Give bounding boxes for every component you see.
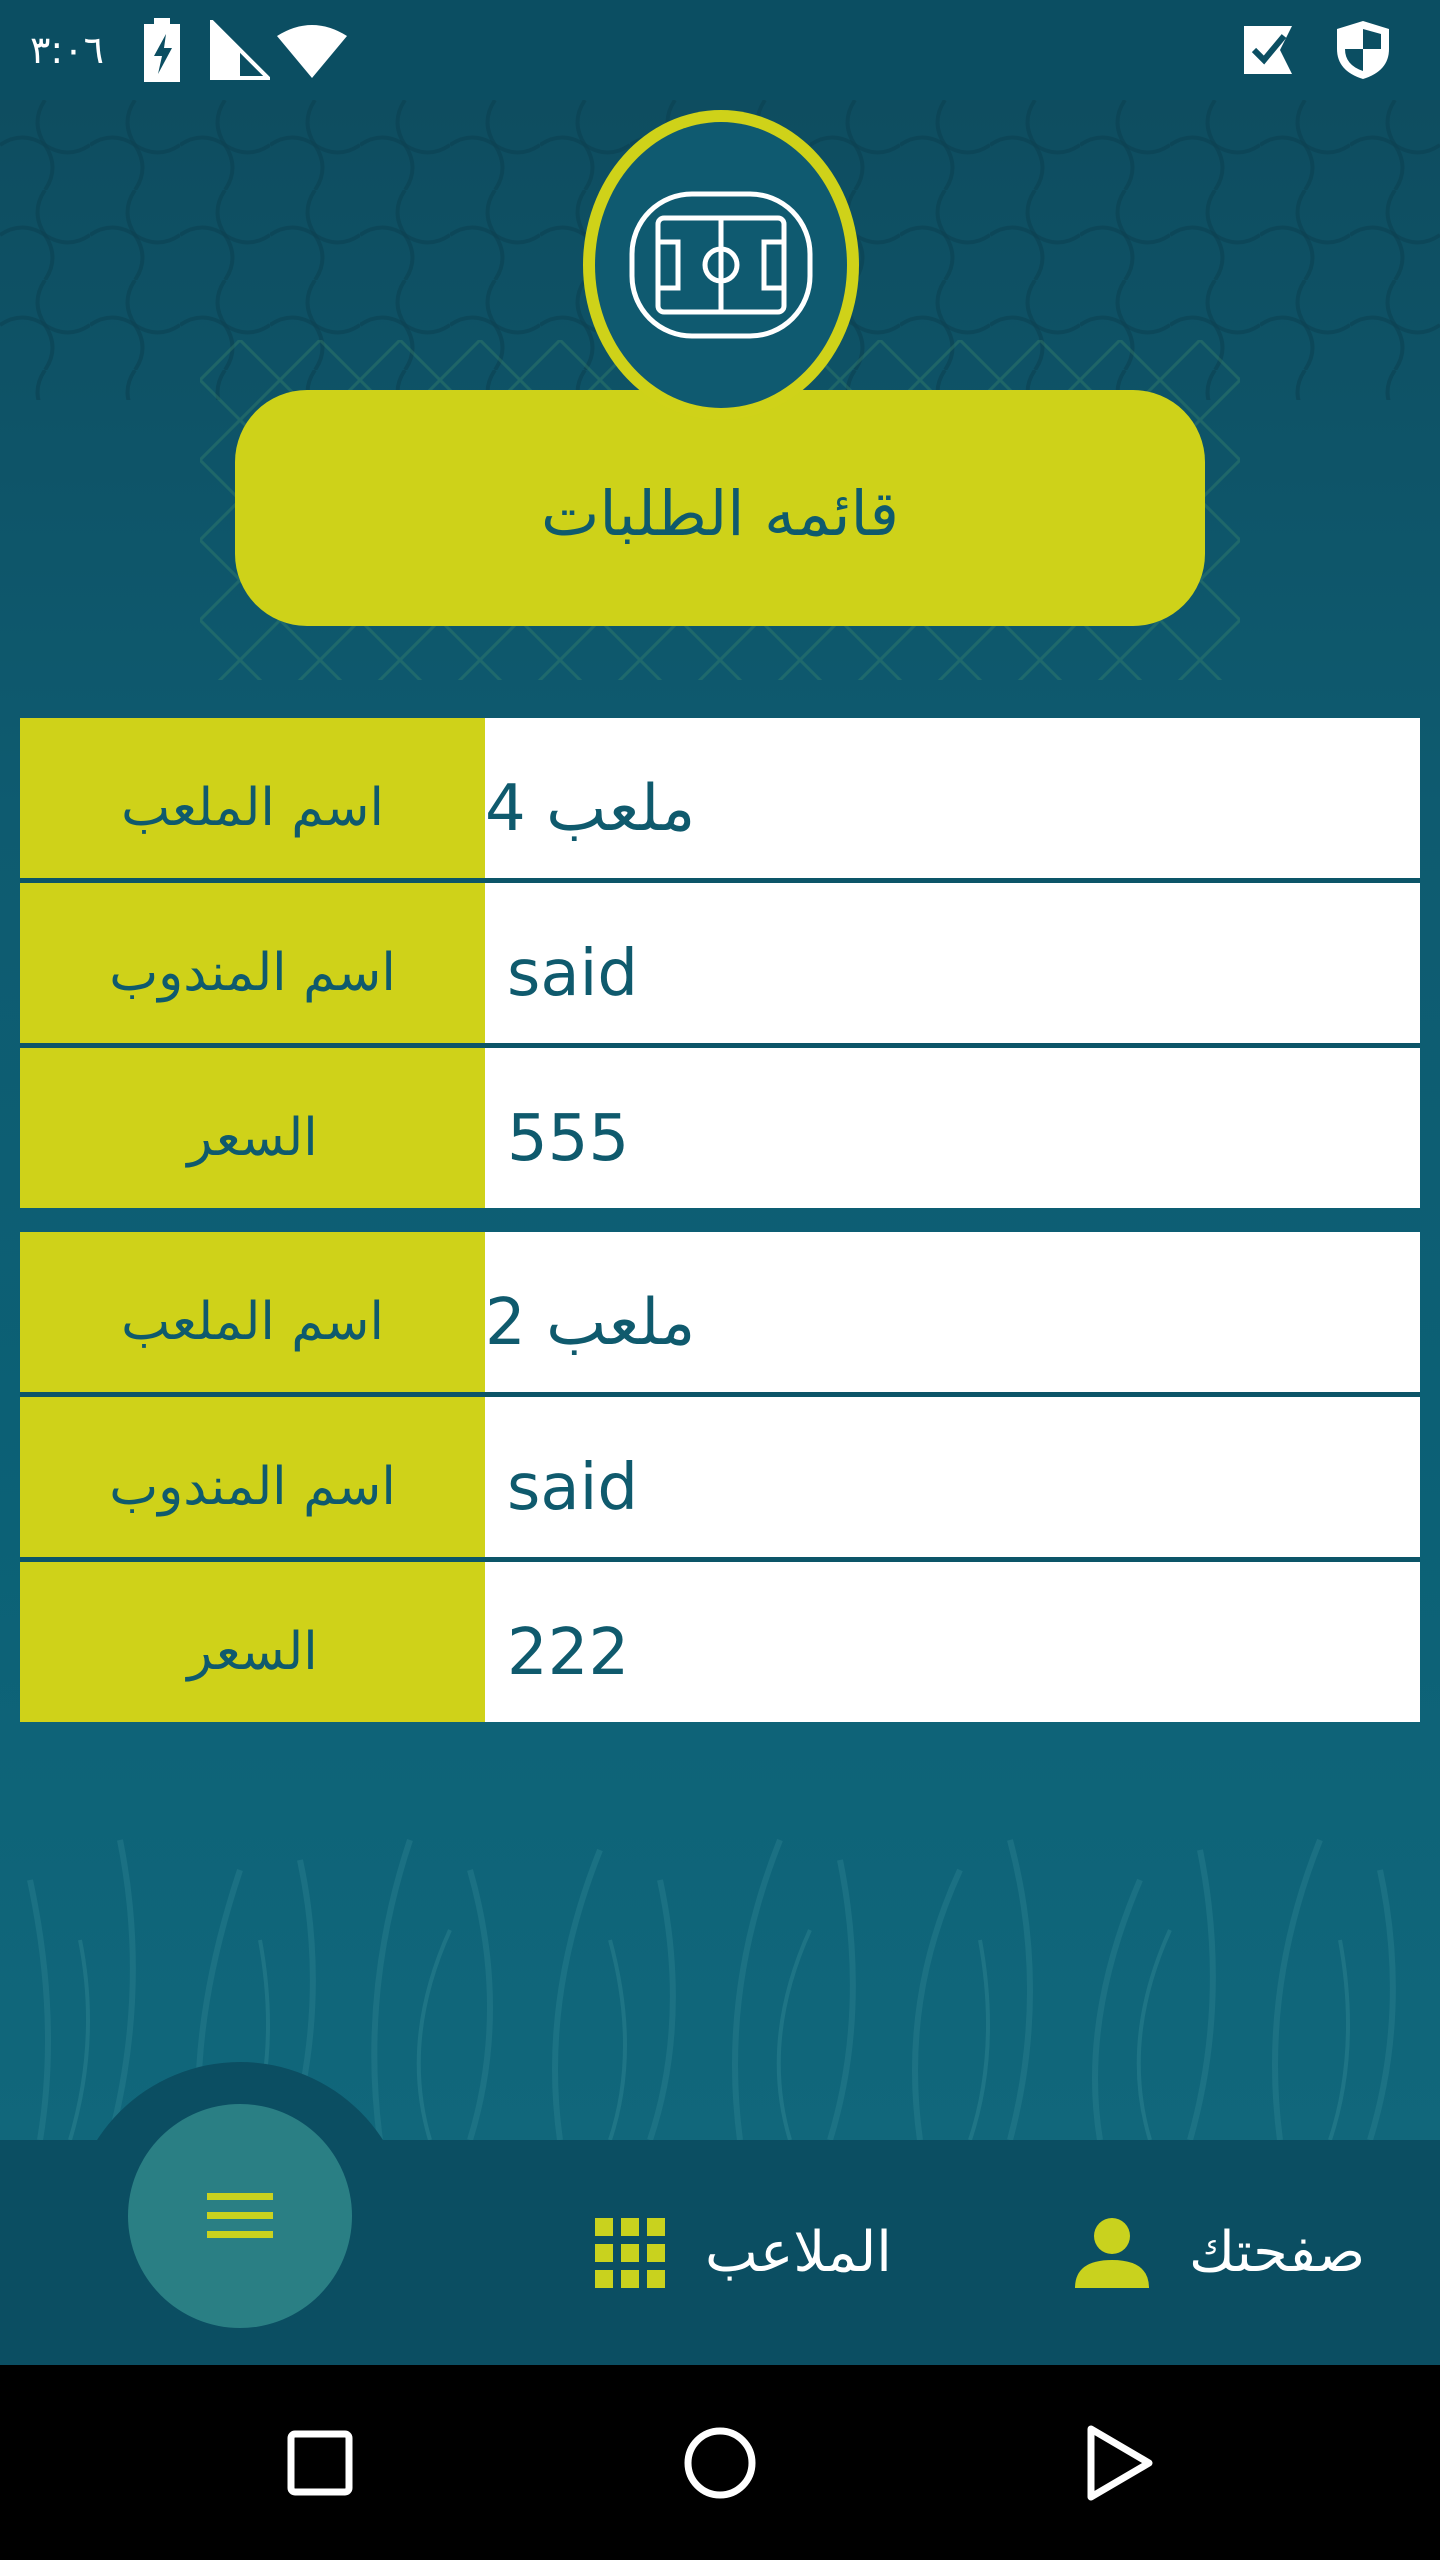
grid-icon — [595, 2217, 665, 2288]
status-bar: ٣:٠٦ — [0, 0, 1440, 100]
agent-name-value: said — [485, 1397, 1420, 1557]
nav-profile[interactable]: صفحتك — [1075, 2140, 1365, 2365]
menu-button[interactable] — [128, 2104, 352, 2328]
page-title: قائمه الطلبات — [540, 476, 900, 550]
price-label: السعر — [20, 1562, 485, 1722]
agent-name-label: اسم المندوب — [20, 1397, 485, 1557]
order-row-agent: اسم المندوب said — [20, 1397, 1420, 1557]
status-time: ٣:٠٦ — [30, 28, 105, 72]
back-button[interactable] — [1060, 2365, 1180, 2560]
price-value: 222 — [485, 1562, 1420, 1722]
order-card[interactable]: اسم الملعب ملعب 4 اسم المندوب said السعر… — [20, 718, 1420, 1208]
order-row-agent: اسم المندوب said — [20, 883, 1420, 1043]
order-row-field: اسم الملعب ملعب 4 — [20, 718, 1420, 878]
price-label: السعر — [20, 1048, 485, 1208]
order-row-price: السعر 555 — [20, 1048, 1420, 1208]
agent-name-value: said — [485, 883, 1420, 1043]
recents-button[interactable] — [260, 2365, 380, 2560]
user-icon — [1075, 2217, 1149, 2288]
battery-charging-icon — [140, 0, 184, 100]
order-card[interactable]: اسم الملعب ملعب 2 اسم المندوب said السعر… — [20, 1232, 1420, 1722]
shield-icon — [1335, 0, 1391, 100]
nav-profile-label: صفحتك — [1189, 2220, 1366, 2285]
hamburger-icon — [207, 2193, 273, 2238]
order-row-field: اسم الملعب ملعب 2 — [20, 1232, 1420, 1392]
field-name-label: اسم الملعب — [20, 718, 485, 878]
square-icon — [287, 2430, 353, 2495]
circle-icon — [684, 2427, 756, 2498]
nav-stadiums[interactable]: الملاعب — [595, 2140, 892, 2365]
price-value: 555 — [485, 1048, 1420, 1208]
system-nav-bar — [0, 2365, 1440, 2560]
wifi-icon — [275, 0, 349, 100]
emblem — [583, 110, 859, 420]
task-check-icon — [1240, 0, 1296, 100]
triangle-icon — [1087, 2425, 1153, 2500]
football-pitch-icon — [629, 191, 813, 339]
order-row-price: السعر 222 — [20, 1562, 1420, 1722]
home-button[interactable] — [660, 2365, 780, 2560]
field-name-value: ملعب 4 — [485, 718, 1420, 878]
nav-stadiums-label: الملاعب — [705, 2220, 892, 2285]
agent-name-label: اسم المندوب — [20, 883, 485, 1043]
field-name-value: ملعب 2 — [485, 1232, 1420, 1392]
signal-icon — [210, 0, 270, 100]
header-banner: قائمه الطلبات — [235, 390, 1205, 626]
field-name-label: اسم الملعب — [20, 1232, 485, 1392]
